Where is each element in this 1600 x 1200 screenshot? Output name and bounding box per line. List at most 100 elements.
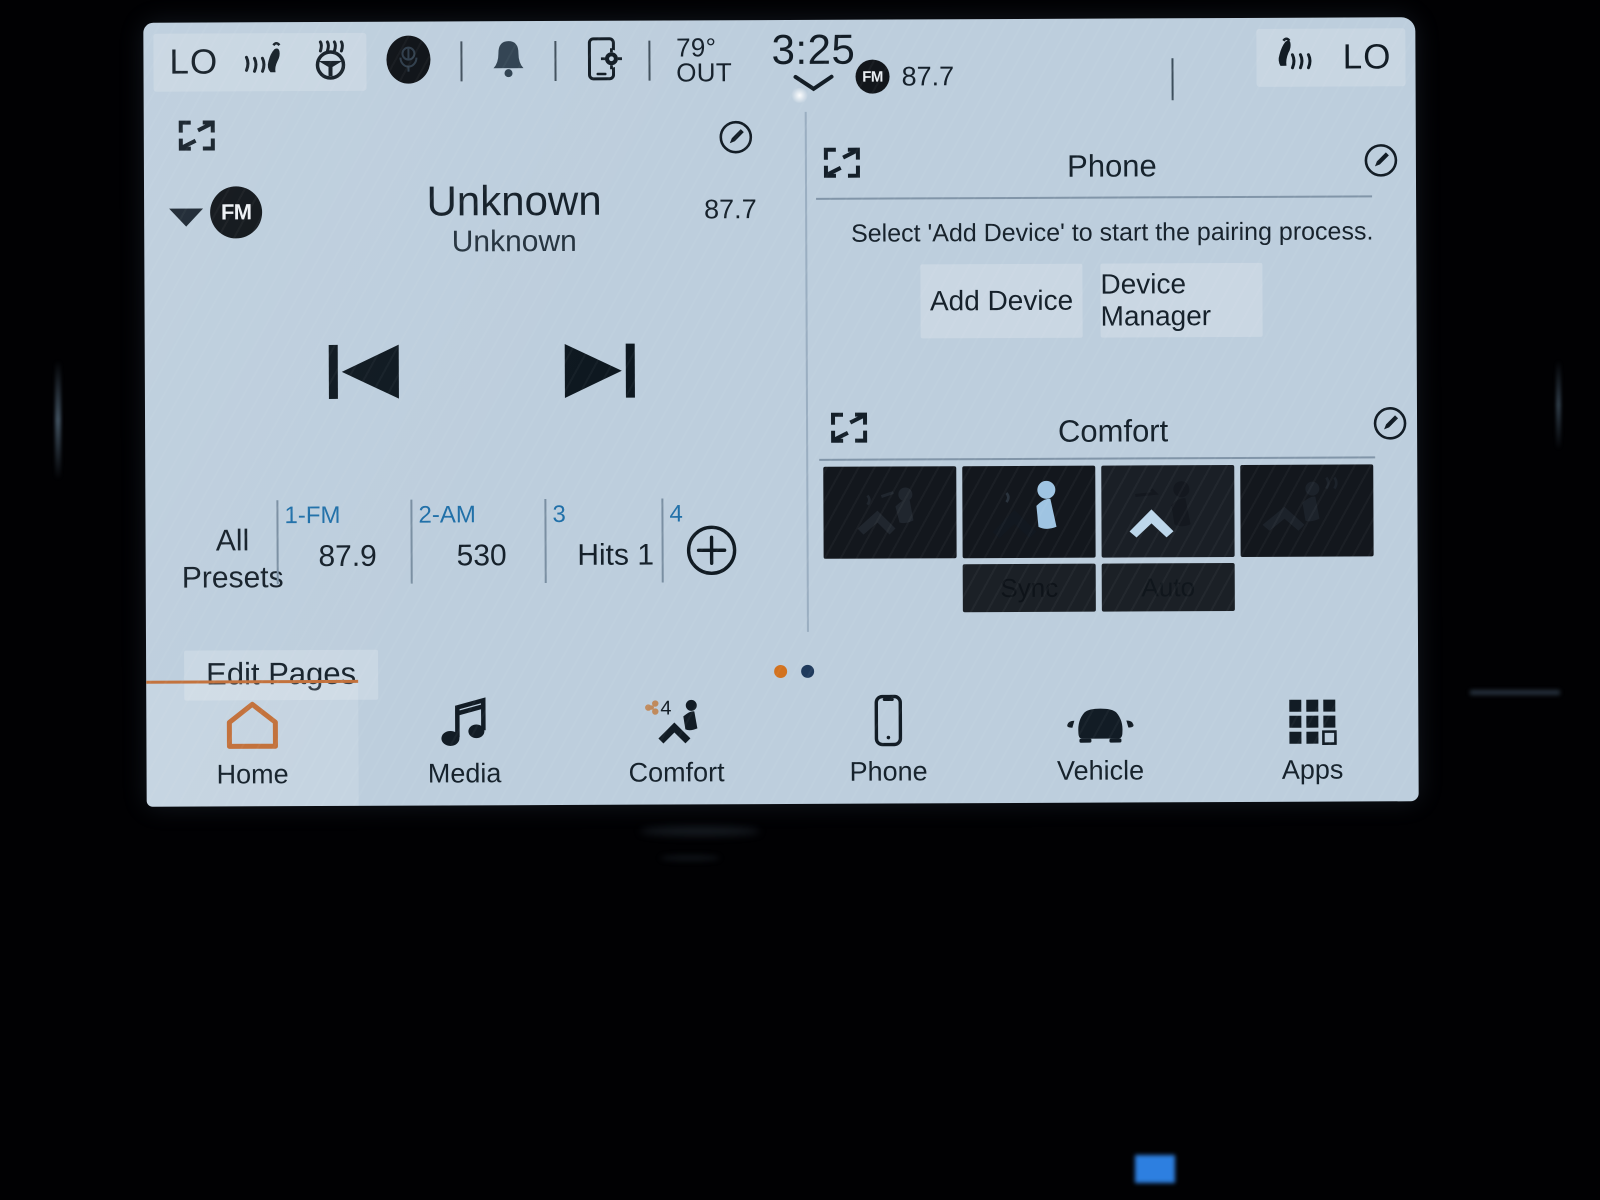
comfort-panel: Comfort Sync Auto — [809, 392, 1418, 645]
previous-track-icon[interactable] — [325, 339, 411, 405]
track-frequency: 87.7 — [704, 194, 757, 225]
nav-item-phone[interactable]: Phone — [782, 677, 995, 804]
outside-temp-label: OUT — [676, 57, 733, 88]
comfort-panel-title: Comfort — [1057, 413, 1169, 449]
preset-button-1[interactable]: 1-FM 87.9 — [284, 494, 410, 599]
all-presets-line-2: Presets — [181, 561, 284, 595]
media-transport-controls — [145, 337, 805, 420]
music-note-icon — [437, 695, 491, 749]
sync-button[interactable]: Sync — [962, 563, 1096, 613]
nav-label-phone: Phone — [849, 756, 928, 787]
dash-reflection-right — [1556, 360, 1561, 450]
preset-divider — [276, 500, 279, 585]
home-icon — [223, 696, 281, 750]
nav-item-apps[interactable]: Apps — [1206, 675, 1419, 802]
bottom-navigation-bar: Home Media 4 Comfort Phone Vehicle Apps — [146, 675, 1419, 807]
page-dot-2[interactable] — [801, 664, 815, 678]
nav-item-comfort[interactable]: 4 Comfort — [570, 678, 783, 805]
preset-value: 530 — [456, 539, 507, 573]
dash-reflection-lower-2 — [660, 855, 720, 861]
preset-divider — [661, 498, 664, 583]
dash-reflection-lower-1 — [640, 826, 760, 836]
preset-number: 1-FM — [284, 501, 341, 530]
phone-panel-rule — [816, 195, 1373, 200]
nav-item-vehicle[interactable]: Vehicle — [994, 676, 1207, 803]
phone-settings-icon[interactable] — [582, 34, 622, 87]
climate-left-group[interactable]: LO — [153, 32, 367, 92]
phone-panel-title: Phone — [1067, 148, 1157, 184]
infotainment-screen: LO 79° OUT 3:25 FM 87.7 LO FM Unknown Un… — [143, 17, 1419, 807]
outside-temperature: 79° OUT — [676, 32, 733, 88]
status-divider-4 — [1171, 58, 1174, 101]
media-panel: FM Unknown Unknown 87.7 All Presets 1-FM… — [144, 102, 806, 645]
nav-label-apps: Apps — [1281, 754, 1344, 785]
apps-grid-icon — [1286, 692, 1338, 746]
heated-seat-icon[interactable] — [240, 40, 286, 85]
edit-pencil-icon[interactable] — [719, 120, 753, 154]
now-playing-status[interactable]: FM 87.7 — [855, 59, 955, 94]
media-source-row: FM Unknown Unknown 87.7 — [144, 177, 804, 259]
status-divider-2 — [554, 40, 557, 81]
driver-seat-climate-tile[interactable] — [962, 465, 1096, 559]
track-subtitle: Unknown — [451, 224, 577, 259]
comfort-fan-speed: 4 — [660, 697, 671, 719]
radio-presets: All Presets 1-FM 87.9 2-AM 530 3 Hits 1 — [145, 492, 805, 605]
auto-button[interactable]: Auto — [1101, 563, 1235, 612]
passenger-temp-value: LO — [1342, 37, 1392, 77]
seat-climate-icon: 4 — [638, 694, 714, 748]
comfort-panel-rule — [819, 456, 1376, 461]
nav-label-vehicle: Vehicle — [1056, 755, 1145, 786]
preset-button-3[interactable]: 3 Hits 1 — [552, 492, 678, 597]
edit-pencil-icon[interactable] — [1373, 406, 1407, 440]
preset-value: Hits 1 — [577, 538, 655, 572]
notification-bell-icon[interactable] — [488, 37, 528, 86]
nav-item-media[interactable]: Media — [358, 679, 571, 806]
caret-down-icon[interactable] — [169, 208, 204, 227]
phone-pairing-message: Select 'Add Device' to start the pairing… — [851, 217, 1374, 248]
next-track-icon[interactable] — [553, 338, 639, 404]
heated-seat-icon[interactable] — [1271, 35, 1317, 80]
add-preset-icon[interactable] — [685, 524, 737, 576]
heated-steering-wheel-icon[interactable] — [308, 39, 352, 84]
now-playing-band-badge: FM — [855, 59, 890, 94]
preset-divider — [544, 499, 547, 584]
nav-item-home[interactable]: Home — [146, 679, 359, 807]
preset-divider — [410, 499, 413, 584]
phone-icon — [868, 693, 908, 747]
driver-seat-heat-tile[interactable] — [823, 466, 957, 559]
page-indicator-dots[interactable] — [774, 664, 815, 679]
chevron-down-icon[interactable] — [792, 74, 836, 92]
preset-button-2[interactable]: 2-AM 530 — [418, 493, 544, 598]
preset-value: 87.9 — [318, 539, 377, 574]
voice-assistant-icon[interactable] — [382, 33, 434, 90]
all-presets-line-1: All — [215, 524, 250, 558]
car-icon — [1064, 692, 1136, 746]
preset-number: 4 — [669, 500, 683, 528]
climate-right-group[interactable]: LO — [1256, 28, 1406, 87]
status-bar-center-group: 79° OUT — [382, 32, 732, 91]
status-divider-1 — [460, 41, 463, 82]
preset-number: 2-AM — [418, 501, 476, 529]
device-manager-button[interactable]: Device Manager — [1100, 262, 1263, 338]
nav-label-comfort: Comfort — [628, 757, 725, 788]
add-device-button[interactable]: Add Device — [920, 263, 1083, 339]
expand-icon[interactable] — [177, 118, 217, 152]
page-dot-1[interactable] — [774, 664, 788, 679]
passenger-seat-climate-tile[interactable] — [1101, 465, 1235, 558]
preset-number: 3 — [552, 500, 566, 528]
dash-reflection-left — [55, 360, 61, 480]
status-bar: LO 79° OUT 3:25 FM 87.7 LO — [143, 17, 1415, 103]
track-title: Unknown — [426, 176, 602, 225]
phone-panel: Phone Select 'Add Device' to start the p… — [808, 127, 1417, 360]
photo-stage: LO 79° OUT 3:25 FM 87.7 LO FM Unknown Un… — [0, 0, 1600, 1200]
media-source-badge[interactable]: FM — [210, 186, 263, 239]
now-playing-frequency: 87.7 — [901, 60, 955, 91]
nav-label-media: Media — [427, 758, 502, 789]
passenger-seat-heat-tile[interactable] — [1240, 464, 1374, 557]
driver-temp-value: LO — [169, 42, 219, 82]
dash-indicator-light — [1135, 1155, 1175, 1183]
edit-pencil-icon[interactable] — [1364, 143, 1398, 177]
nav-label-home: Home — [216, 759, 289, 790]
dash-reflection-bar — [1470, 690, 1560, 695]
status-divider-3 — [648, 40, 651, 81]
